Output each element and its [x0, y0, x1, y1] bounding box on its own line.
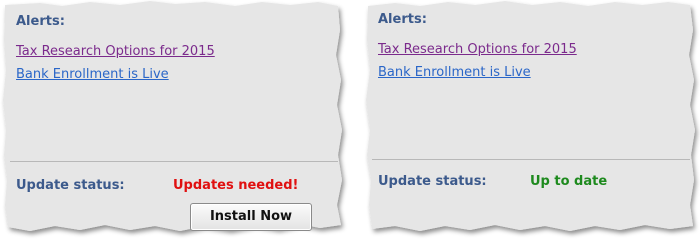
alert-link-tax-research[interactable]: Tax Research Options for 2015	[378, 42, 577, 57]
alerts-comparison-screenshot: Alerts: Tax Research Options for 2015 Ba…	[0, 0, 700, 242]
alert-link-bank-enrollment[interactable]: Bank Enrollment is Live	[16, 67, 169, 82]
update-status-value: Updates needed!	[173, 178, 299, 193]
alerts-heading: Alerts:	[16, 14, 65, 29]
divider	[10, 161, 338, 162]
divider	[372, 159, 690, 160]
alerts-heading: Alerts:	[378, 12, 427, 27]
update-status-value: Up to date	[530, 174, 608, 189]
update-status-label: Update status:	[16, 178, 125, 193]
update-status-label: Update status:	[378, 174, 487, 189]
alert-link-tax-research[interactable]: Tax Research Options for 2015	[16, 44, 215, 59]
install-now-button[interactable]: Install Now	[190, 203, 312, 231]
alerts-panel-updates-needed: Alerts: Tax Research Options for 2015 Ba…	[10, 14, 338, 234]
alerts-panel-up-to-date: Alerts: Tax Research Options for 2015 Ba…	[372, 12, 690, 232]
alert-link-bank-enrollment[interactable]: Bank Enrollment is Live	[378, 65, 531, 80]
